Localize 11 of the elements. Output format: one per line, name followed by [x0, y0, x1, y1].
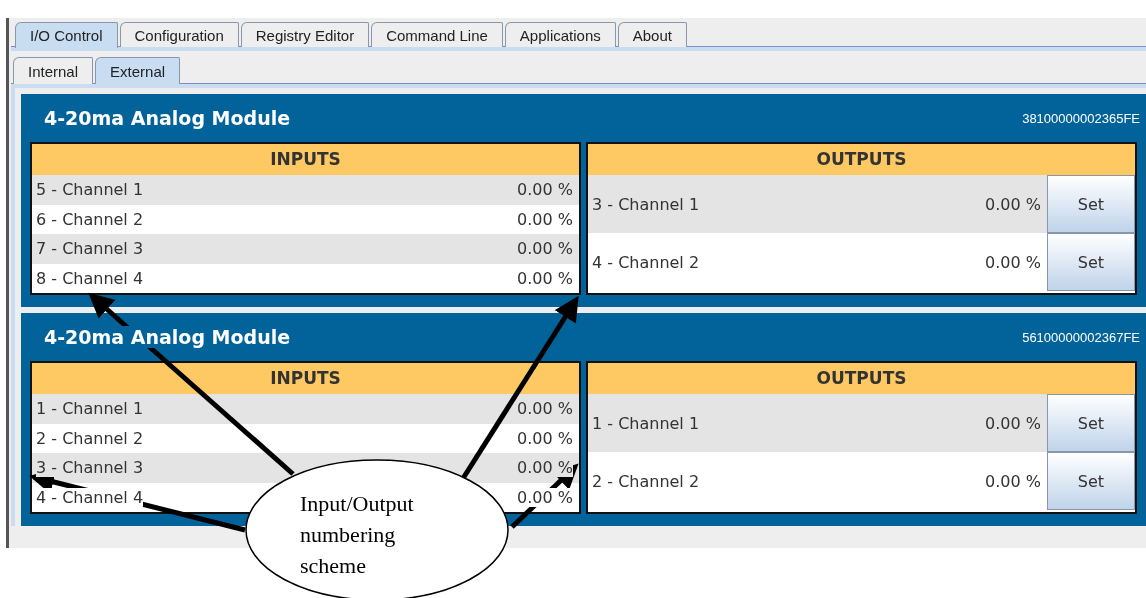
- channel-label: 4 - Channel 4: [36, 487, 144, 507]
- callout-text: Input/Output numbering scheme: [300, 490, 415, 580]
- table-heading: INPUTS: [32, 144, 579, 175]
- table-heading: OUTPUTS: [588, 144, 1135, 175]
- channel-label: 3 - Channel 3: [36, 458, 144, 478]
- channel-value: 0.00 %: [517, 458, 573, 478]
- channel-value: 0.00 %: [517, 487, 573, 507]
- table-heading: OUTPUTS: [588, 363, 1135, 394]
- table-heading: INPUTS: [32, 363, 579, 394]
- module-title: 4-20ma Analog Module: [44, 326, 291, 348]
- module-title: 4-20ma Analog Module: [44, 107, 291, 129]
